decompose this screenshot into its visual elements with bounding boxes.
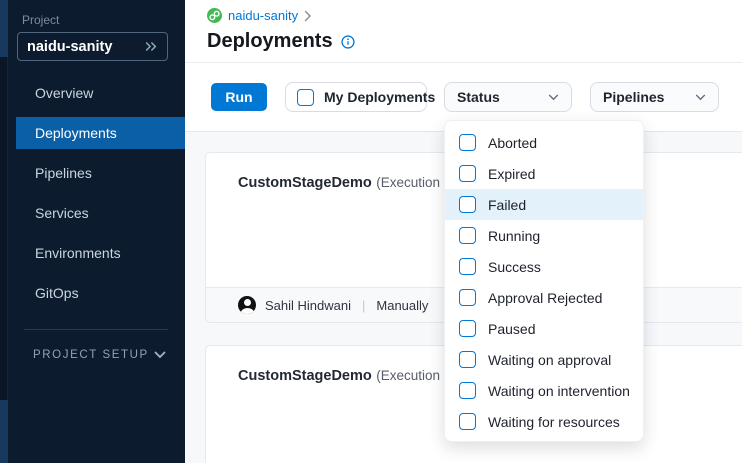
chevron-down-icon bbox=[695, 94, 706, 101]
option-checkbox[interactable] bbox=[459, 134, 476, 151]
run-button-label: Run bbox=[225, 89, 252, 105]
status-option-expired[interactable]: Expired bbox=[445, 158, 643, 189]
module-rail-accent-bottom bbox=[0, 400, 8, 463]
option-label: Failed bbox=[488, 197, 526, 213]
sidebar: Project naidu-sanity Overview Deployment… bbox=[8, 0, 185, 463]
status-option-success[interactable]: Success bbox=[445, 251, 643, 282]
sidebar-item-pipelines[interactable]: Pipelines bbox=[16, 157, 185, 189]
cd-module-icon bbox=[207, 8, 222, 23]
app-window: Project naidu-sanity Overview Deployment… bbox=[0, 0, 742, 463]
main-area: naidu-sanity Deployments Run My Deployme… bbox=[185, 0, 742, 463]
breadcrumb-project-link[interactable]: naidu-sanity bbox=[228, 8, 298, 23]
project-selector[interactable]: naidu-sanity bbox=[17, 32, 168, 61]
execution-title: CustomStageDemo (Execution Id bbox=[238, 367, 455, 385]
status-option-waiting-on-approval[interactable]: Waiting on approval bbox=[445, 344, 643, 375]
option-checkbox[interactable] bbox=[459, 196, 476, 213]
status-option-waiting-on-intervention[interactable]: Waiting on intervention bbox=[445, 375, 643, 406]
project-selector-value: naidu-sanity bbox=[27, 39, 112, 55]
status-option-approval-rejected[interactable]: Approval Rejected bbox=[445, 282, 643, 313]
option-label: Paused bbox=[488, 321, 535, 337]
status-option-waiting-for-resources[interactable]: Waiting for resources bbox=[445, 406, 643, 437]
option-label: Waiting on intervention bbox=[488, 383, 630, 399]
sidebar-item-environments[interactable]: Environments bbox=[16, 237, 185, 269]
page-title: Deployments bbox=[207, 30, 333, 53]
pipeline-name: CustomStageDemo bbox=[238, 175, 372, 191]
footer-separator: | bbox=[362, 298, 365, 313]
run-button[interactable]: Run bbox=[211, 83, 267, 111]
project-label: Project bbox=[22, 13, 59, 27]
double-chevron-right-icon bbox=[144, 41, 158, 52]
status-option-aborted[interactable]: Aborted bbox=[445, 127, 643, 158]
option-label: Waiting for resources bbox=[488, 414, 620, 430]
option-label: Success bbox=[488, 259, 541, 275]
page-header: naidu-sanity Deployments bbox=[185, 0, 742, 63]
sidebar-item-label: GitOps bbox=[35, 285, 79, 301]
chevron-down-icon bbox=[548, 94, 559, 101]
sidebar-item-label: Environments bbox=[35, 245, 121, 261]
module-rail bbox=[0, 0, 8, 463]
user-avatar-icon bbox=[238, 296, 256, 314]
pipelines-filter-dropdown[interactable]: Pipelines bbox=[590, 82, 719, 112]
option-checkbox[interactable] bbox=[459, 227, 476, 244]
status-option-paused[interactable]: Paused bbox=[445, 313, 643, 344]
option-label: Approval Rejected bbox=[488, 290, 602, 306]
option-label: Running bbox=[488, 228, 540, 244]
sidebar-item-services[interactable]: Services bbox=[16, 197, 185, 229]
sidebar-divider bbox=[24, 329, 168, 330]
sidebar-item-label: Pipelines bbox=[35, 165, 92, 181]
my-deployments-label: My Deployments bbox=[324, 89, 435, 105]
status-option-failed[interactable]: Failed bbox=[445, 189, 643, 220]
page-title-row: Deployments bbox=[207, 30, 355, 53]
execution-title: CustomStageDemo (Execution Id bbox=[238, 174, 455, 192]
option-checkbox[interactable] bbox=[459, 382, 476, 399]
sidebar-item-gitops[interactable]: GitOps bbox=[16, 277, 185, 309]
option-checkbox[interactable] bbox=[459, 320, 476, 337]
option-label: Aborted bbox=[488, 135, 537, 151]
option-checkbox[interactable] bbox=[459, 258, 476, 275]
status-option-running[interactable]: Running bbox=[445, 220, 643, 251]
option-checkbox[interactable] bbox=[459, 289, 476, 306]
sidebar-item-label: Services bbox=[35, 205, 89, 221]
project-setup-section[interactable]: PROJECT SETUP bbox=[33, 349, 166, 361]
project-setup-label: PROJECT SETUP bbox=[33, 349, 149, 361]
sidebar-item-overview[interactable]: Overview bbox=[16, 77, 185, 109]
option-label: Waiting on approval bbox=[488, 352, 611, 368]
breadcrumb: naidu-sanity bbox=[207, 8, 312, 23]
pipelines-filter-label: Pipelines bbox=[603, 89, 664, 105]
option-checkbox[interactable] bbox=[459, 413, 476, 430]
sidebar-item-label: Deployments bbox=[35, 125, 117, 141]
chevron-right-icon bbox=[304, 10, 312, 22]
info-icon[interactable] bbox=[341, 35, 355, 49]
pipeline-name: CustomStageDemo bbox=[238, 368, 372, 384]
status-filter-label: Status bbox=[457, 89, 500, 105]
option-checkbox[interactable] bbox=[459, 165, 476, 182]
chevron-down-icon bbox=[154, 351, 166, 359]
module-rail-accent-top bbox=[0, 0, 8, 57]
status-dropdown-menu: Aborted Expired Failed Running Success A… bbox=[444, 120, 644, 442]
my-deployments-checkbox[interactable] bbox=[297, 89, 314, 106]
triggered-by: Sahil Hindwani bbox=[265, 298, 351, 313]
status-filter-dropdown[interactable]: Status bbox=[444, 82, 572, 112]
option-label: Expired bbox=[488, 166, 535, 182]
my-deployments-toggle[interactable]: My Deployments bbox=[285, 82, 427, 112]
trigger-type: Manually bbox=[376, 298, 428, 313]
sidebar-item-label: Overview bbox=[35, 85, 93, 101]
option-checkbox[interactable] bbox=[459, 351, 476, 368]
sidebar-nav: Overview Deployments Pipelines Services … bbox=[16, 77, 185, 317]
sidebar-item-deployments[interactable]: Deployments bbox=[16, 117, 185, 149]
